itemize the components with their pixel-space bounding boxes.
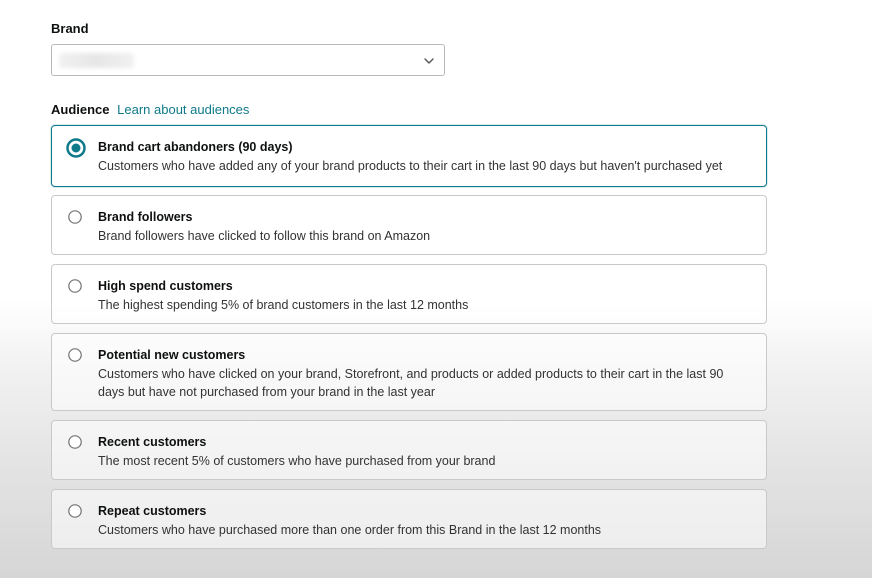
option-title: Brand followers [98, 210, 193, 224]
radio-unselected-icon[interactable] [68, 279, 82, 293]
radio-unselected-icon[interactable] [68, 504, 82, 518]
audience-option-brand-cart-abandoners[interactable]: Brand cart abandoners (90 days) Customer… [51, 125, 767, 187]
chevron-down-icon [422, 54, 436, 68]
radio-unselected-icon[interactable] [68, 348, 82, 362]
audience-option-brand-followers[interactable]: Brand followers Brand followers have cli… [51, 195, 767, 255]
audience-option-potential-new-customers[interactable]: Potential new customers Customers who ha… [51, 333, 767, 411]
option-description: The highest spending 5% of brand custome… [98, 298, 469, 312]
brand-label: Brand [51, 21, 89, 36]
audience-header: Audience Learn about audiences [51, 102, 249, 117]
option-description: Customers who have purchased more than o… [98, 523, 602, 537]
audience-label: Audience [51, 102, 110, 117]
radio-selected-icon[interactable] [66, 138, 86, 158]
option-description: Customers who have added any of your bra… [98, 159, 723, 173]
option-description: The most recent 5% of customers who have… [98, 454, 496, 468]
option-description: Customers who have clicked on your brand… [98, 367, 724, 399]
option-title: Potential new customers [98, 348, 246, 362]
radio-unselected-icon[interactable] [68, 210, 82, 224]
audience-option-recent-customers[interactable]: Recent customers The most recent 5% of c… [51, 420, 767, 480]
option-title: Repeat customers [98, 504, 207, 518]
option-description: Brand followers have clicked to follow t… [98, 229, 431, 243]
option-title: Recent customers [98, 435, 207, 449]
option-title: High spend customers [98, 279, 233, 293]
audience-option-high-spend-customers[interactable]: High spend customers The highest spendin… [51, 264, 767, 324]
audience-option-repeat-customers[interactable]: Repeat customers Customers who have purc… [51, 489, 767, 549]
radio-unselected-icon[interactable] [68, 435, 82, 449]
learn-about-audiences-link[interactable]: Learn about audiences [117, 102, 249, 117]
brand-select-value [59, 53, 134, 68]
option-title: Brand cart abandoners (90 days) [98, 140, 293, 154]
brand-select[interactable] [51, 44, 445, 76]
